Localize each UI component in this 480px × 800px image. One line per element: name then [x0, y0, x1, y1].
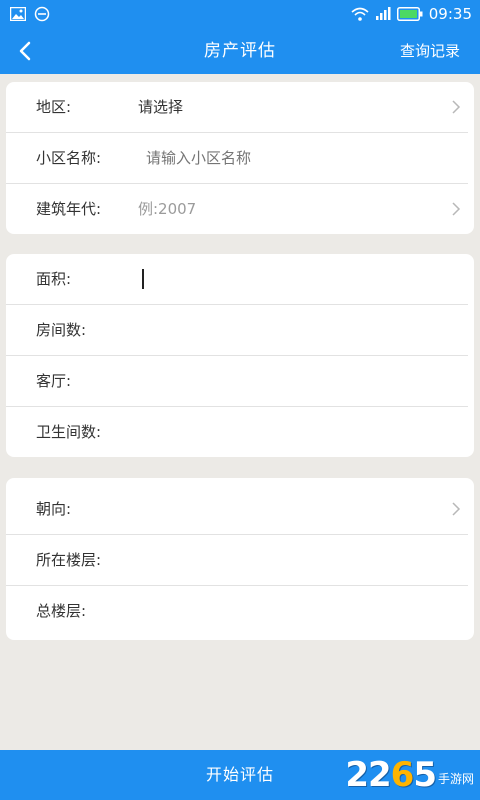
- minus-circle-icon: [34, 6, 50, 22]
- rooms-row: 房间数:: [6, 305, 468, 356]
- build-year-row[interactable]: 建筑年代: 例:2007: [6, 184, 468, 234]
- build-year-value: 例:2007: [138, 200, 197, 218]
- watermark-text: 手游网: [437, 772, 474, 786]
- living-room-input[interactable]: [146, 356, 446, 406]
- location-card: 地区: 请选择 小区名称: 建筑年代: 例:2007: [6, 82, 474, 234]
- wifi-icon: [351, 7, 369, 21]
- build-year-label: 建筑年代:: [36, 200, 102, 218]
- bathrooms-label: 卫生间数:: [36, 423, 102, 441]
- floor-label: 所在楼层:: [36, 551, 102, 569]
- area-input[interactable]: [146, 254, 446, 304]
- chevron-right-icon: [452, 100, 461, 114]
- bathrooms-row: 卫生间数:: [6, 407, 468, 457]
- status-bar: 09:35: [0, 0, 480, 28]
- gallery-icon: [10, 7, 26, 21]
- size-card: 面积: 房间数: 客厅: 卫生间数:: [6, 254, 474, 457]
- floor-card: 朝向: 所在楼层: 总楼层:: [6, 478, 474, 640]
- watermark-logo: 2265 手游网: [345, 755, 474, 795]
- area-row: 面积:: [6, 254, 468, 305]
- area-label: 面积:: [36, 270, 72, 288]
- floor-input[interactable]: [146, 535, 446, 585]
- region-label: 地区:: [36, 98, 72, 116]
- watermark-num-a: 22: [345, 755, 391, 795]
- watermark-num-b: 6: [390, 755, 415, 795]
- region-row[interactable]: 地区: 请选择: [6, 82, 468, 133]
- orientation-row[interactable]: 朝向:: [6, 484, 468, 535]
- status-time: 09:35: [428, 5, 472, 23]
- living-room-label: 客厅:: [36, 372, 72, 390]
- total-floors-label: 总楼层:: [36, 602, 87, 620]
- battery-icon: [396, 7, 423, 21]
- bathrooms-input[interactable]: [146, 407, 446, 457]
- query-history-button[interactable]: 查询记录: [400, 28, 460, 74]
- chevron-right-icon: [452, 502, 461, 516]
- rooms-input[interactable]: [146, 305, 446, 355]
- region-value: 请选择: [138, 98, 184, 116]
- community-name-label: 小区名称:: [36, 149, 102, 167]
- watermark-number: 2265: [345, 755, 437, 795]
- total-floors-row: 总楼层:: [6, 586, 468, 636]
- rooms-label: 房间数:: [36, 321, 87, 339]
- floor-row: 所在楼层:: [6, 535, 468, 586]
- chevron-right-icon: [452, 202, 461, 216]
- total-floors-input[interactable]: [146, 586, 446, 636]
- orientation-label: 朝向:: [36, 500, 72, 518]
- community-name-input[interactable]: [146, 133, 446, 183]
- text-cursor: [142, 269, 144, 289]
- signal-icon: [375, 7, 391, 20]
- community-name-row: 小区名称:: [6, 133, 468, 184]
- living-room-row: 客厅:: [6, 356, 468, 407]
- app-bar: 房产评估 查询记录: [0, 28, 480, 74]
- back-arrow-icon[interactable]: [12, 37, 40, 65]
- watermark-num-c: 5: [413, 755, 437, 795]
